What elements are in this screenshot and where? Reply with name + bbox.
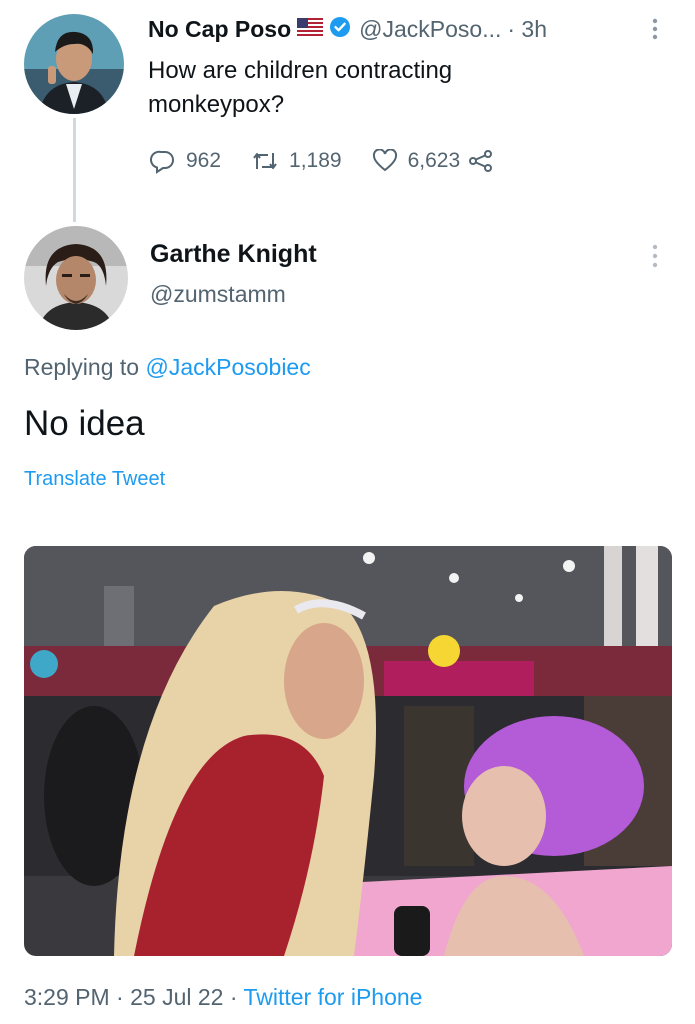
parent-display-name[interactable]: No Cap Poso (148, 16, 291, 43)
parent-tweet-text-line2: monkeypox? (148, 91, 285, 118)
reply-more-options-icon[interactable] (652, 244, 658, 268)
retweet-button[interactable]: 1,189 (251, 149, 342, 173)
parent-tweet-text: How are children contracting monkeypox? (148, 54, 452, 122)
reply-count: 962 (186, 149, 222, 172)
heart-icon (372, 149, 397, 172)
tweet-timestamp[interactable]: 3:29 PM · 25 Jul 22 · (24, 984, 238, 1010)
thread-connector-line (73, 118, 76, 222)
reply-button[interactable]: 962 (150, 148, 221, 174)
replying-to-handle-link[interactable]: @JackPosobiec (145, 354, 310, 380)
parent-handle[interactable]: @JackPoso... (359, 16, 501, 43)
reply-avatar[interactable] (24, 226, 128, 330)
like-count: 6,623 (407, 149, 461, 172)
share-icon (469, 150, 493, 172)
reply-icon (150, 150, 174, 174)
retweet-icon (253, 153, 277, 169)
reply-handle[interactable]: @zumstamm (150, 281, 317, 308)
reply-display-name[interactable]: Garthe Knight (150, 240, 317, 269)
tweet-media-photo[interactable] (24, 546, 672, 956)
parent-avatar[interactable] (24, 14, 124, 114)
translate-tweet-link[interactable]: Translate Tweet (24, 468, 165, 491)
replying-to-line: Replying to @JackPosobiec (24, 354, 311, 381)
us-flag-icon (297, 18, 324, 41)
parent-tweet-text-line1: How are children contracting (148, 57, 453, 84)
like-button[interactable]: 6,623 (372, 149, 461, 173)
tweet-source-link[interactable]: Twitter for iPhone (243, 984, 422, 1010)
share-button[interactable] (468, 149, 504, 173)
retweet-count: 1,189 (289, 149, 342, 172)
parent-more-options-icon[interactable] (652, 18, 658, 40)
reply-tweet-text: No idea (24, 404, 145, 443)
replying-to-prefix: Replying to (24, 354, 140, 380)
parent-action-bar: 962 1,189 6,623 (150, 148, 534, 174)
event-photo-illustration (24, 546, 672, 956)
verified-badge-icon (329, 16, 351, 43)
parent-timestamp[interactable]: · 3h (507, 16, 547, 43)
tweet-meta-footer: 3:29 PM · 25 Jul 22 · Twitter for iPhone (24, 984, 422, 1011)
